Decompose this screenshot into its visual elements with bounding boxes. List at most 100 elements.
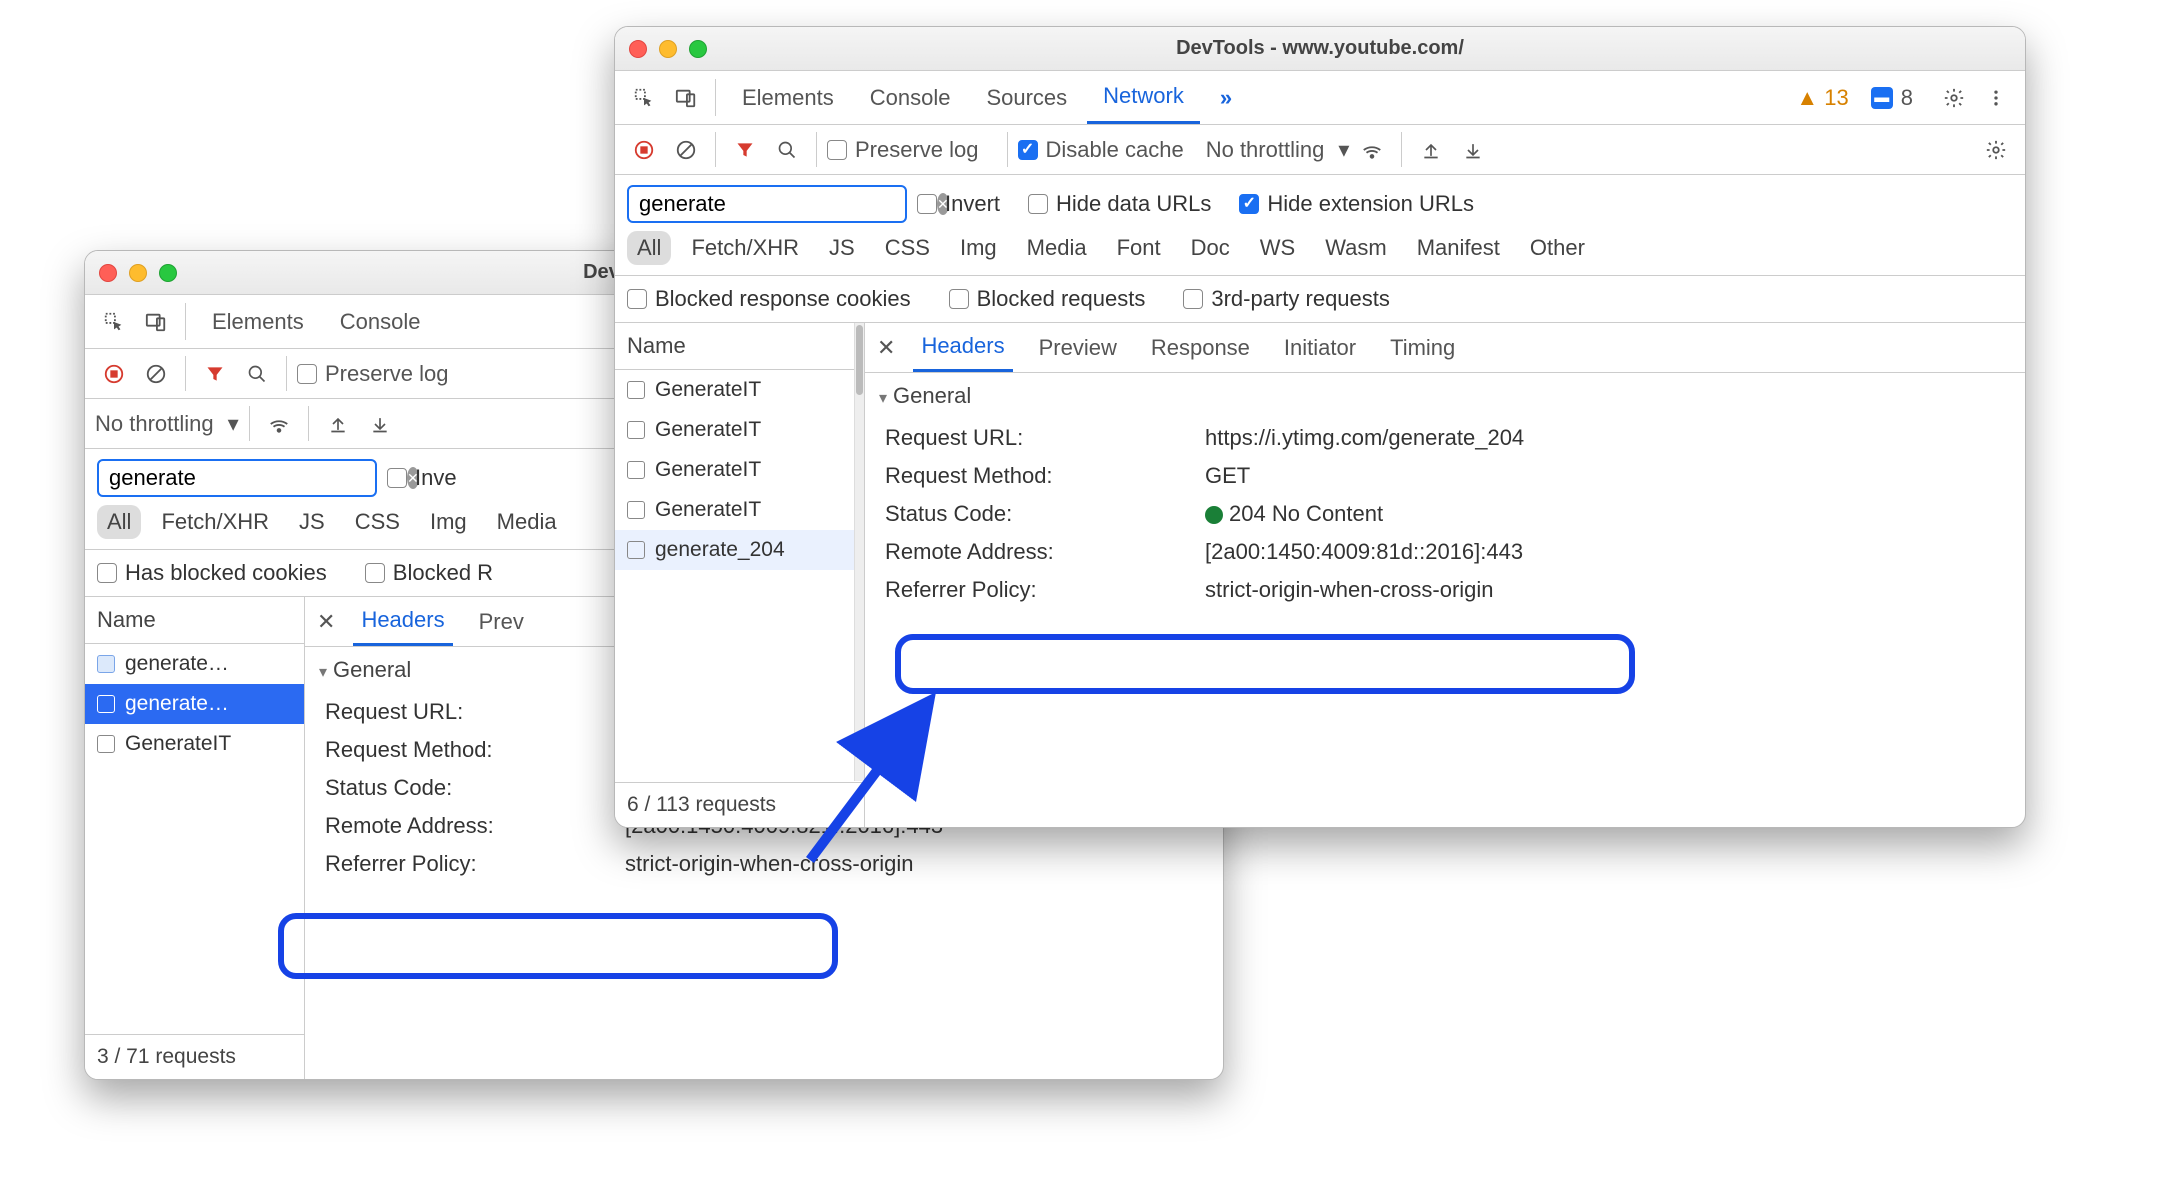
tab-console[interactable]: Console [324, 295, 437, 348]
kv-remote-address: Remote Address:[2a00:1450:4009:81d::2016… [865, 533, 2025, 571]
titlebar[interactable]: DevTools - www.youtube.com/ [615, 27, 2025, 71]
filter-icon[interactable] [196, 355, 234, 393]
detail-tab-preview[interactable]: Prev [471, 597, 532, 646]
invert-checkbox[interactable]: Invert [917, 191, 1000, 217]
preserve-log-checkbox[interactable]: Preserve log [827, 137, 979, 163]
chip-css[interactable]: CSS [875, 231, 940, 265]
request-row[interactable]: GenerateIT [85, 724, 304, 764]
request-count-footer: 6 / 113 requests [615, 782, 864, 827]
search-icon[interactable] [238, 355, 276, 393]
tab-network[interactable]: Network [1087, 71, 1200, 124]
request-row[interactable]: GenerateIT [615, 450, 864, 490]
blocked-requests-checkbox[interactable]: Blocked R [365, 560, 493, 586]
record-button[interactable] [95, 355, 133, 393]
request-row[interactable]: generate… [85, 684, 304, 724]
detail-tab-preview[interactable]: Preview [1031, 323, 1125, 372]
clear-button[interactable] [667, 131, 705, 169]
chip-fetchxhr[interactable]: Fetch/XHR [681, 231, 809, 265]
inspect-icon[interactable] [95, 303, 133, 341]
clear-button[interactable] [137, 355, 175, 393]
chip-media[interactable]: Media [1017, 231, 1097, 265]
filter-field[interactable] [109, 465, 397, 491]
request-row[interactable]: generate_204 [615, 530, 864, 570]
chip-css[interactable]: CSS [345, 505, 410, 539]
devtools-window-front: DevTools - www.youtube.com/ Elements Con… [614, 26, 2026, 828]
device-toolbar-icon[interactable] [137, 303, 175, 341]
blocked-cookies-checkbox[interactable]: Blocked response cookies [627, 286, 911, 312]
search-icon[interactable] [768, 131, 806, 169]
request-row[interactable]: GenerateIT [615, 410, 864, 450]
detail-tab-response[interactable]: Response [1143, 323, 1258, 372]
status-dot-icon [1205, 506, 1223, 524]
chip-img[interactable]: Img [950, 231, 1007, 265]
download-har-icon[interactable] [1454, 131, 1492, 169]
chip-ws[interactable]: WS [1250, 231, 1305, 265]
download-har-icon[interactable] [361, 405, 399, 443]
device-toolbar-icon[interactable] [667, 79, 705, 117]
kv-status-code: Status Code:204 No Content [865, 495, 2025, 533]
upload-har-icon[interactable] [1412, 131, 1450, 169]
settings-icon[interactable] [1935, 79, 1973, 117]
throttling-select[interactable]: No throttling▾ [95, 411, 239, 437]
detail-tab-timing[interactable]: Timing [1382, 323, 1463, 372]
name-column-header[interactable]: Name [85, 597, 304, 644]
name-column-header[interactable]: Name [615, 323, 864, 370]
kebab-menu-icon[interactable] [1977, 79, 2015, 117]
kv-referrer-policy: Referrer Policy:strict-origin-when-cross… [305, 845, 1223, 883]
chip-font[interactable]: Font [1107, 231, 1171, 265]
disable-cache-checkbox[interactable]: Disable cache [1018, 137, 1184, 163]
request-row[interactable]: GenerateIT [615, 370, 864, 410]
request-count-footer: 3 / 71 requests [85, 1034, 304, 1079]
record-button[interactable] [625, 131, 663, 169]
filter-field[interactable] [639, 191, 927, 217]
upload-har-icon[interactable] [319, 405, 357, 443]
chip-img[interactable]: Img [420, 505, 477, 539]
chip-wasm[interactable]: Wasm [1315, 231, 1397, 265]
file-icon [97, 695, 115, 713]
throttling-select[interactable]: No throttling▾ [1206, 137, 1350, 163]
tab-elements[interactable]: Elements [726, 71, 850, 124]
chip-other[interactable]: Other [1520, 231, 1595, 265]
third-party-checkbox[interactable]: 3rd-party requests [1183, 286, 1390, 312]
type-filter-chips: All Fetch/XHR JS CSS Img Media Font Doc … [615, 227, 2025, 276]
network-conditions-icon[interactable] [1353, 131, 1391, 169]
file-icon [97, 735, 115, 753]
chip-all[interactable]: All [97, 505, 141, 539]
issues-badge[interactable]: ▬8 [1871, 85, 1913, 111]
filter-input[interactable]: ✕ [627, 185, 907, 223]
detail-panel: ✕ Headers Preview Response Initiator Tim… [865, 323, 2025, 827]
chip-all[interactable]: All [627, 231, 671, 265]
close-detail-icon[interactable]: ✕ [317, 609, 335, 635]
detail-tab-initiator[interactable]: Initiator [1276, 323, 1364, 372]
filter-input[interactable]: ✕ [97, 459, 377, 497]
blocked-requests-checkbox[interactable]: Blocked requests [949, 286, 1146, 312]
detail-tab-headers[interactable]: Headers [353, 597, 452, 646]
tab-elements[interactable]: Elements [196, 295, 320, 348]
chip-manifest[interactable]: Manifest [1407, 231, 1510, 265]
request-row[interactable]: GenerateIT [615, 490, 864, 530]
close-detail-icon[interactable]: ✕ [877, 335, 895, 361]
general-section[interactable]: General [865, 373, 2025, 419]
invert-checkbox[interactable]: Inve [387, 465, 457, 491]
more-tabs-icon[interactable]: » [1204, 71, 1248, 124]
chip-media[interactable]: Media [487, 505, 567, 539]
request-row[interactable]: generate… [85, 644, 304, 684]
hide-data-urls-checkbox[interactable]: Hide data URLs [1028, 191, 1211, 217]
chip-doc[interactable]: Doc [1181, 231, 1240, 265]
hide-extension-urls-checkbox[interactable]: Hide extension URLs [1239, 191, 1474, 217]
inspect-icon[interactable] [625, 79, 663, 117]
warnings-badge[interactable]: ▲ 13 [1796, 85, 1848, 111]
preserve-log-checkbox[interactable]: Preserve log [297, 361, 449, 387]
chip-js[interactable]: JS [819, 231, 865, 265]
blocked-cookies-checkbox[interactable]: Has blocked cookies [97, 560, 327, 586]
chip-js[interactable]: JS [289, 505, 335, 539]
tab-console[interactable]: Console [854, 71, 967, 124]
tab-sources[interactable]: Sources [970, 71, 1083, 124]
kv-referrer-policy: Referrer Policy:strict-origin-when-cross… [865, 571, 2025, 609]
detail-tab-headers[interactable]: Headers [913, 323, 1012, 372]
scrollbar[interactable] [854, 323, 864, 781]
chip-fetchxhr[interactable]: Fetch/XHR [151, 505, 279, 539]
network-conditions-icon[interactable] [260, 405, 298, 443]
network-settings-icon[interactable] [1977, 131, 2015, 169]
filter-icon[interactable] [726, 131, 764, 169]
